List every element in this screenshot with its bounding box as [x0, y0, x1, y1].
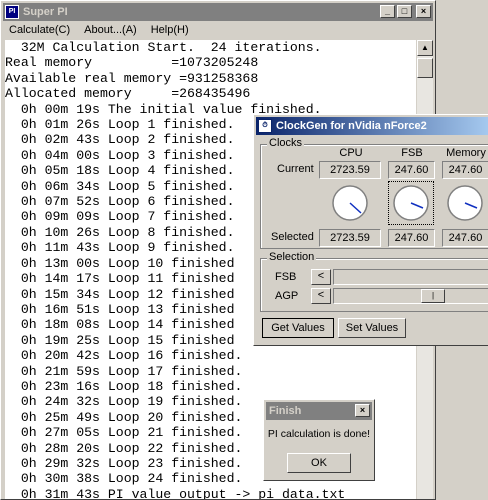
clocks-group-label: Clocks: [267, 137, 305, 149]
finish-close-button[interactable]: ×: [355, 404, 370, 417]
current-memory: 247.60: [442, 161, 488, 179]
console-line: 0h 23m 16s Loop 18 finished.: [5, 378, 243, 394]
menu-calculate[interactable]: Calculate(C): [9, 24, 70, 36]
clockgen-app-icon: ⏱: [258, 119, 272, 133]
selected-cpu: 2723.59: [319, 229, 381, 247]
clockgen-title: ClockGen for nVidia nForce2: [276, 120, 427, 132]
clocks-group: Clocks CPU FSB Memory Current 2723.59 24…: [260, 137, 488, 249]
finish-titlebar[interactable]: Finish ×: [266, 402, 372, 420]
agp-slider-thumb[interactable]: |: [421, 289, 445, 303]
console-line: 0h 21m 59s Loop 17 finished.: [5, 363, 243, 379]
selected-memory: 247.60: [442, 229, 488, 247]
console-line: 0h 20m 42s Loop 16 finished.: [5, 348, 243, 364]
menu-help[interactable]: Help(H): [151, 24, 189, 36]
memory-gauge: [447, 185, 483, 221]
selected-label: Selected: [271, 231, 314, 243]
scroll-up-button[interactable]: ▲: [417, 40, 433, 56]
console-line: Allocated memory =268435496: [5, 86, 251, 102]
fsb-decrease-button[interactable]: <: [311, 269, 331, 285]
menu-about[interactable]: About...(A): [84, 24, 137, 36]
selection-group: Selection FSB < AGP < |: [260, 251, 488, 312]
close-button[interactable]: ×: [416, 5, 431, 18]
selection-group-label: Selection: [267, 251, 317, 263]
fsb-gauge: [393, 185, 429, 221]
maximize-button[interactable]: □: [397, 5, 412, 18]
console-line: 32M Calculation Start. 24 iterations.: [5, 40, 322, 55]
current-cpu: 2723.59: [319, 161, 381, 179]
superpi-titlebar[interactable]: PI Super PI _ □ ×: [3, 3, 433, 21]
current-fsb: 247.60: [388, 161, 435, 179]
superpi-app-icon: PI: [5, 5, 19, 19]
current-label: Current: [277, 163, 314, 175]
get-values-button[interactable]: Get Values: [262, 318, 334, 338]
agp-slider-label: AGP: [275, 290, 299, 302]
header-memory: Memory: [446, 147, 486, 159]
fsb-slider[interactable]: [333, 269, 488, 285]
selected-fsb: 247.60: [388, 229, 435, 247]
minimize-button[interactable]: _: [380, 5, 395, 18]
fsb-slider-label: FSB: [275, 271, 297, 283]
clockgen-window: ⏱ ClockGen for nVidia nForce2 Clocks CPU…: [253, 114, 488, 346]
header-cpu: CPU: [339, 147, 363, 159]
finish-title: Finish: [269, 405, 302, 417]
superpi-menubar: Calculate(C) About...(A) Help(H): [3, 21, 433, 39]
scroll-thumb[interactable]: [417, 58, 433, 78]
finish-message: PI calculation is done!: [267, 428, 371, 440]
set-values-button[interactable]: Set Values: [338, 318, 406, 338]
superpi-title: Super PI: [23, 6, 68, 18]
console-line: Real memory =1073205248: [5, 55, 259, 71]
console-line: Available real memory =931258368: [5, 70, 259, 86]
header-fsb: FSB: [401, 147, 423, 159]
cpu-gauge: [332, 185, 368, 221]
console-line: 0h 31m 43s PI value output -> pi_data.tx…: [5, 486, 346, 499]
ok-button[interactable]: OK: [287, 453, 351, 473]
agp-decrease-button[interactable]: <: [311, 288, 331, 304]
clockgen-titlebar[interactable]: ⏱ ClockGen for nVidia nForce2: [256, 117, 488, 135]
finish-dialog: Finish × PI calculation is done! OK: [263, 399, 375, 481]
agp-slider[interactable]: [333, 288, 488, 304]
